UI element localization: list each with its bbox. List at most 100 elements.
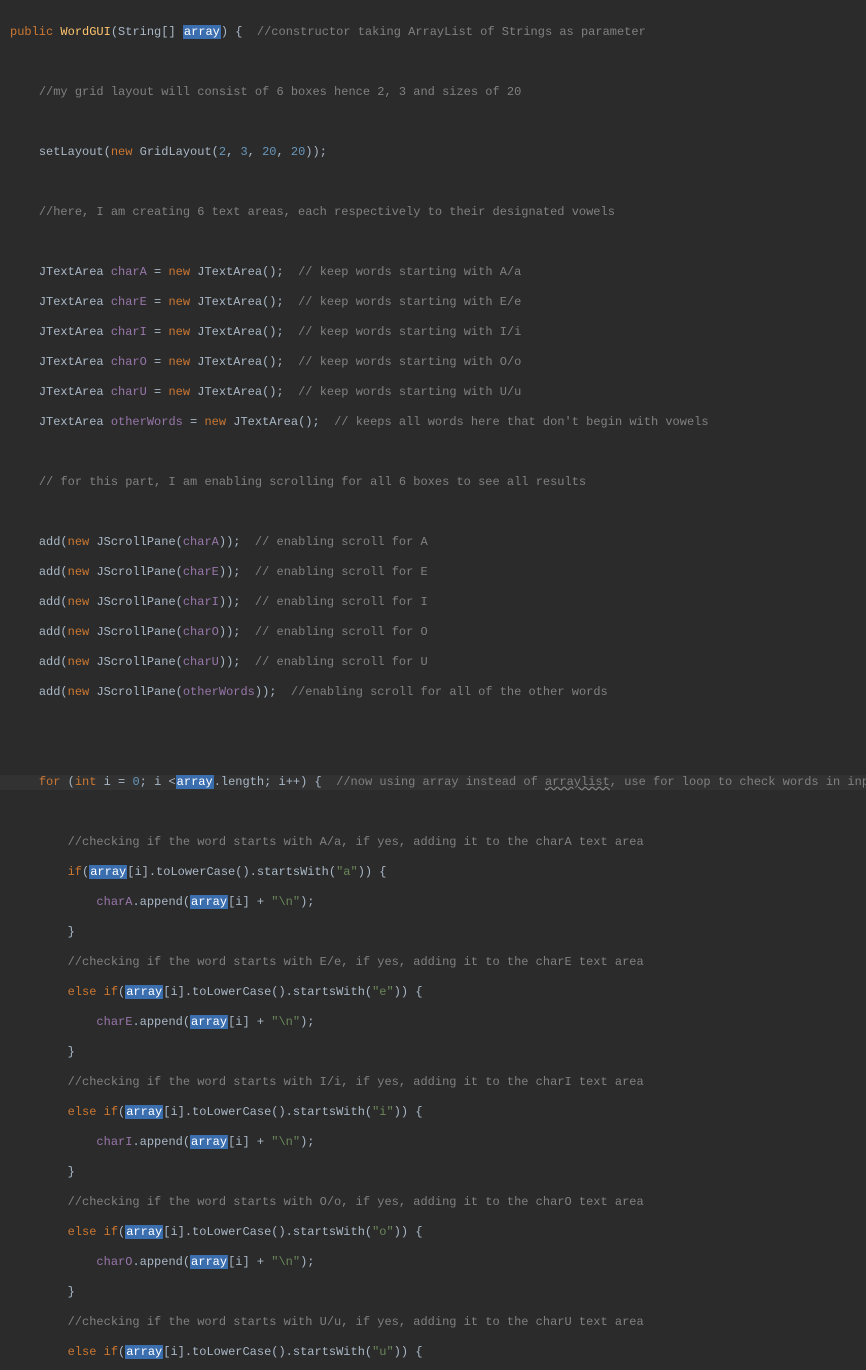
param-highlighted: array (125, 985, 163, 999)
type: JTextArea (39, 415, 104, 429)
param-highlighted: array (190, 895, 228, 909)
variable: charO (183, 625, 219, 639)
comment: // enabling scroll for A (255, 535, 428, 549)
increment: i++ (279, 775, 301, 789)
class-name: JScrollPane (96, 535, 175, 549)
keyword: new (168, 355, 197, 369)
string: "i" (372, 1105, 394, 1119)
variable: i (170, 1345, 177, 1359)
class-name: JTextArea (197, 385, 262, 399)
method-call: startsWith (293, 1105, 365, 1119)
method-call: .append( (132, 895, 190, 909)
class-name: JScrollPane (96, 625, 175, 639)
keyword: new (68, 655, 97, 669)
keyword: new (204, 415, 233, 429)
method-call: .toLowerCase(). (185, 985, 293, 999)
method-call: .toLowerCase(). (185, 1225, 293, 1239)
op: = (147, 265, 169, 279)
keyword: new (68, 685, 97, 699)
constructor-name: WordGUI (60, 25, 110, 39)
comment: //checking if the word starts with O/o, … (68, 1195, 644, 1209)
variable: charU (111, 385, 147, 399)
method-call: add( (39, 685, 68, 699)
param-highlighted: array (190, 1135, 228, 1149)
type: JTextArea (39, 295, 104, 309)
comment: //my grid layout will consist of 6 boxes… (39, 85, 521, 99)
variable: i (134, 865, 141, 879)
keyword: else (68, 985, 97, 999)
string: "\n" (271, 1255, 300, 1269)
op: = (147, 385, 169, 399)
keyword: if (68, 865, 82, 879)
comment: //now using array instead of arraylist, … (336, 775, 866, 789)
variable: i (235, 1135, 242, 1149)
variable: charE (183, 565, 219, 579)
keyword: new (68, 595, 97, 609)
method-call: startsWith (293, 985, 365, 999)
param-highlighted: array (125, 1105, 163, 1119)
keyword: for (39, 775, 61, 789)
string: "o" (372, 1225, 394, 1239)
variable: charA (183, 535, 219, 549)
class-name: JScrollPane (96, 685, 175, 699)
param-highlighted: array (176, 775, 214, 789)
op: = (147, 355, 169, 369)
keyword: new (68, 535, 97, 549)
comment: //here, I am creating 6 text areas, each… (39, 205, 615, 219)
code-editor[interactable]: public WordGUI(String[] array) { //const… (0, 0, 866, 1370)
number: 3 (240, 145, 247, 159)
keyword: if (104, 1105, 118, 1119)
comment: // keep words starting with I/i (298, 325, 521, 339)
keyword: else (68, 1105, 97, 1119)
comment: // enabling scroll for I (255, 595, 428, 609)
variable: charA (96, 895, 132, 909)
keyword: new (111, 145, 140, 159)
variable: i (170, 1105, 177, 1119)
variable: i (170, 1225, 177, 1239)
number: 20 (291, 145, 305, 159)
op: = (147, 295, 169, 309)
keyword: if (104, 1225, 118, 1239)
class-name: JTextArea (197, 265, 262, 279)
comment: // keep words starting with U/u (298, 385, 521, 399)
keyword: public (10, 25, 53, 39)
method-call: .toLowerCase(). (185, 1105, 293, 1119)
class-name: GridLayout (140, 145, 212, 159)
method-call: setLayout( (39, 145, 111, 159)
string: "\n" (271, 895, 300, 909)
comment: //checking if the word starts with U/u, … (68, 1315, 644, 1329)
comment: // keep words starting with O/o (298, 355, 521, 369)
method-call: startsWith (257, 865, 329, 879)
comment: // for this part, I am enabling scrollin… (39, 475, 586, 489)
type: JTextArea (39, 385, 104, 399)
param-highlighted: array (89, 865, 127, 879)
comment: // enabling scroll for U (255, 655, 428, 669)
type: JTextArea (39, 265, 104, 279)
comment: // enabling scroll for E (255, 565, 428, 579)
number: 2 (219, 145, 226, 159)
param-highlighted: array (190, 1015, 228, 1029)
variable: charE (96, 1015, 132, 1029)
comment: // keep words starting with A/a (298, 265, 521, 279)
comment: //checking if the word starts with I/i, … (68, 1075, 644, 1089)
type: JTextArea (39, 355, 104, 369)
string: "u" (372, 1345, 394, 1359)
comment: // enabling scroll for O (255, 625, 428, 639)
variable: i (235, 895, 242, 909)
keyword: new (168, 265, 197, 279)
variable: i (104, 775, 111, 789)
variable: i (154, 775, 161, 789)
variable: charU (183, 655, 219, 669)
keyword: int (75, 775, 97, 789)
method-call: .append( (132, 1255, 190, 1269)
keyword: else (68, 1345, 97, 1359)
variable: charO (111, 355, 147, 369)
op: = (183, 415, 205, 429)
string: "e" (372, 985, 394, 999)
variable: charO (96, 1255, 132, 1269)
comment: //checking if the word starts with E/e, … (68, 955, 644, 969)
keyword: else (68, 1225, 97, 1239)
param-highlighted: array (125, 1345, 163, 1359)
string: "\n" (271, 1135, 300, 1149)
number: 20 (262, 145, 276, 159)
